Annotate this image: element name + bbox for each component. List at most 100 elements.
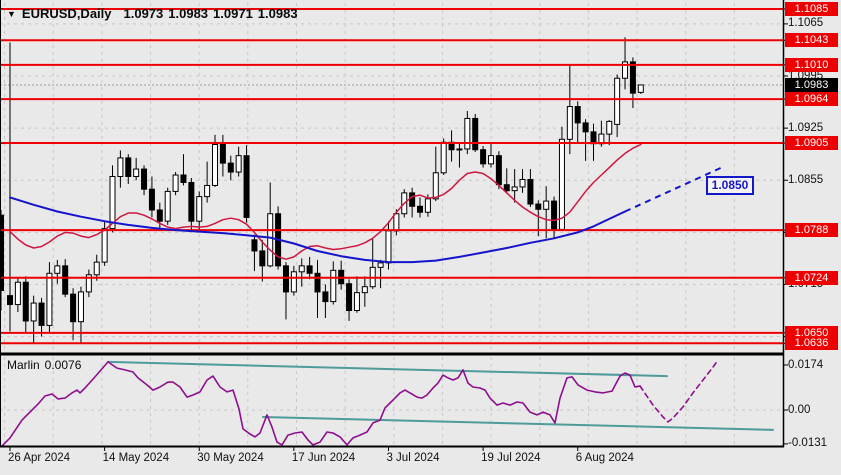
candle [503,168,510,194]
candle-body [46,272,53,326]
candle [141,165,148,196]
candle [46,262,53,333]
candle [172,172,179,196]
candle [511,169,518,203]
candle-body [590,131,597,145]
candle [606,119,613,146]
candle [290,265,297,296]
candle-body [424,198,431,213]
candle [125,154,132,184]
candle-body [346,283,353,312]
candle [180,154,187,186]
candle [204,161,211,203]
candle-body [495,155,502,186]
candle [456,142,463,168]
candle [282,262,289,320]
candle [243,145,250,223]
candle-body [101,228,108,263]
candle-body [125,157,132,178]
candle [54,259,61,284]
candle-body [432,172,439,200]
candle-body [527,178,534,205]
candle [275,206,282,270]
candle-body [535,203,542,210]
candle-body [180,174,187,183]
candle [117,150,124,188]
candle [527,169,534,208]
candle-body [377,262,384,268]
candle-body [251,239,258,252]
candle-body [30,302,37,322]
candle-body [606,120,613,135]
candle-body [188,181,195,222]
candle-body [22,281,29,322]
candle [369,239,376,289]
candle-body [543,200,550,210]
candle-body [306,265,313,274]
marlin-forecast-line [639,359,719,423]
candle-body [566,106,573,140]
candle [22,276,29,333]
candle [196,191,203,231]
candle [314,259,321,318]
candle-body [385,230,392,264]
candle [353,276,360,313]
candle-body [361,286,368,294]
candle [480,145,487,168]
candle-body [282,265,289,293]
candle [346,279,353,321]
candle-body [551,200,558,230]
candle [322,284,329,318]
candle-body [456,148,463,151]
candle-body [259,250,266,267]
candle [7,286,13,311]
channel-upper-line [107,360,668,378]
candle-body [480,149,487,165]
candle [330,261,337,305]
candle [133,157,140,181]
panel-separator[interactable] [0,352,784,356]
candle-body [464,117,471,150]
candle [251,234,258,272]
candle [487,143,494,168]
candle-body [629,61,636,94]
candle-body [440,141,447,174]
candle [219,134,226,177]
candle-body [393,213,400,232]
candle [14,277,21,313]
candle-body [574,106,581,124]
candle-body [298,265,305,273]
candle [361,276,368,307]
candle-body [38,302,45,326]
candle [464,110,471,155]
candle-body [212,143,219,186]
channel-lower-line [262,416,774,431]
candle-body [235,155,242,173]
candle [432,146,439,202]
time-axis-border [0,445,784,448]
candle-body [54,265,61,274]
candle-body [519,178,526,188]
candle [440,138,447,176]
chart-window[interactable]: ▼ EURUSD,Daily 1.0973 1.0983 1.0971 1.0983 Ma… [0,0,841,475]
candle-body [227,162,234,173]
candle [582,119,589,161]
candle-body [156,209,163,222]
candle [188,178,195,231]
candle-body [70,293,77,323]
candle [519,169,526,193]
candle-body [614,77,621,125]
candle [164,187,171,225]
candle-body [109,176,116,230]
candle [227,155,234,181]
candle [409,187,416,218]
candle-body [93,261,100,276]
candle-body [14,281,21,306]
candle-body [558,138,565,230]
candle-body [164,190,171,222]
candle [38,297,45,337]
chart-canvas[interactable] [0,0,841,475]
blue-ma-projection [624,165,726,213]
candle-body [290,271,297,293]
candle [472,113,479,152]
